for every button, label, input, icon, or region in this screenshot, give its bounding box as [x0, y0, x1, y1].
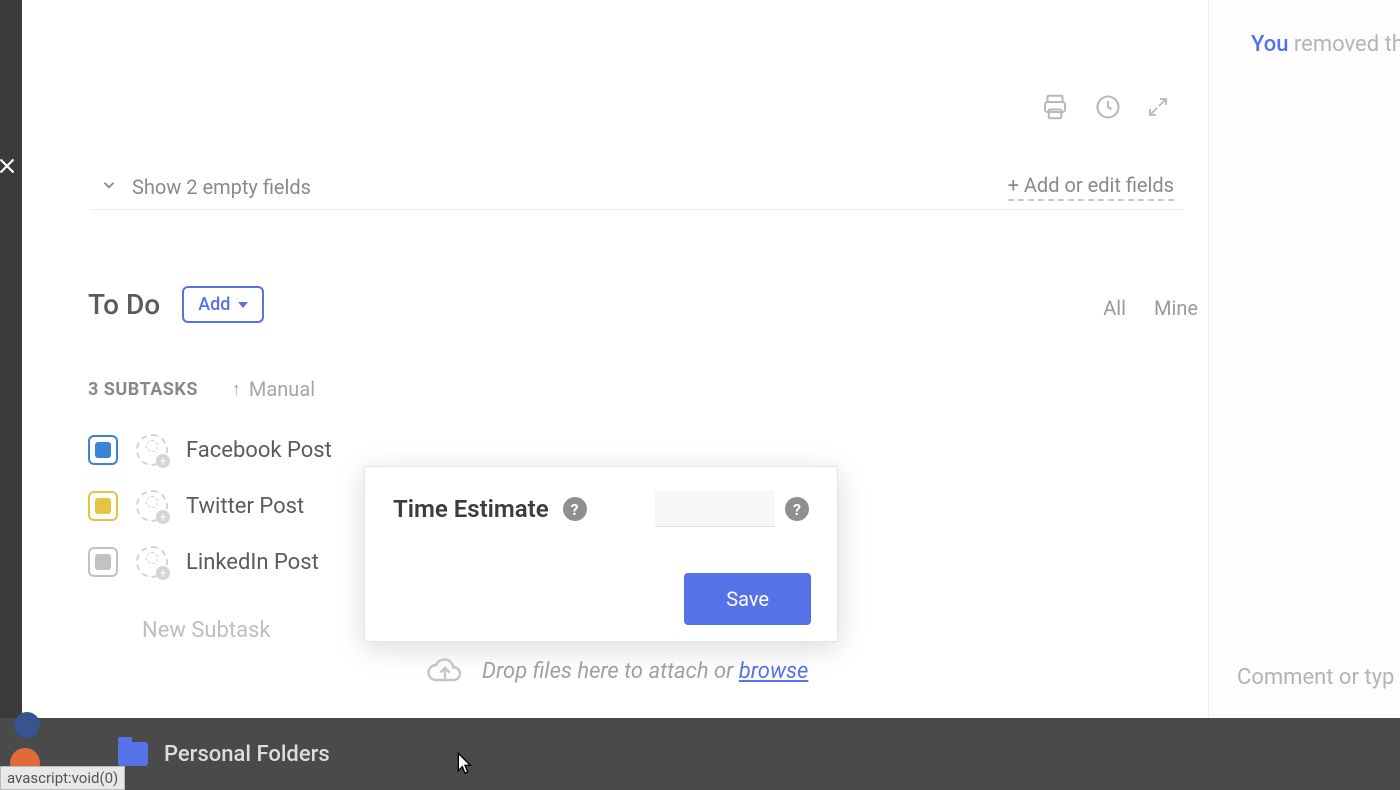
add-edit-fields-link[interactable]: + Add or edit fields — [1008, 173, 1174, 201]
subtask-filter-group: All Mine — [1103, 296, 1198, 320]
top-action-bar — [1040, 92, 1170, 122]
subtask-name: Facebook Post — [186, 438, 332, 463]
activity-action: removed th — [1288, 32, 1400, 57]
subtask-row[interactable]: + Twitter Post — [88, 490, 332, 522]
bottom-bar: Personal Folders — [0, 718, 1400, 790]
avatar-bubble — [14, 712, 40, 738]
time-estimate-label: Time Estimate — [393, 495, 549, 523]
filter-all[interactable]: All — [1103, 296, 1126, 320]
activity-panel: You removed th Comment or typ — [1208, 0, 1400, 718]
subtask-name: LinkedIn Post — [186, 550, 319, 575]
expand-icon[interactable] — [1146, 95, 1170, 119]
folder-icon — [118, 742, 148, 766]
assignee-add-icon[interactable]: + — [136, 434, 168, 466]
history-icon[interactable] — [1094, 93, 1122, 121]
assignee-add-icon[interactable]: + — [136, 490, 168, 522]
browse-link[interactable]: browse — [739, 659, 809, 684]
print-icon[interactable] — [1040, 92, 1070, 122]
close-icon[interactable] — [0, 148, 20, 188]
subtask-list: + Facebook Post + Twitter Post + LinkedI… — [88, 434, 332, 578]
save-button[interactable]: Save — [684, 573, 811, 625]
assignee-add-icon[interactable]: + — [136, 546, 168, 578]
subtask-row[interactable]: + Facebook Post — [88, 434, 332, 466]
browser-status-tooltip: avascript:void(0) — [0, 766, 125, 790]
cursor-icon — [456, 752, 474, 782]
section-header: To Do Add — [88, 286, 264, 323]
chevron-down-icon — [100, 175, 118, 199]
filter-mine[interactable]: Mine — [1154, 296, 1198, 320]
custom-fields-toggle: Show 2 empty fields + Add or edit fields — [90, 164, 1184, 210]
time-estimate-popover: Time Estimate ? ? Save — [364, 466, 838, 642]
section-title: To Do — [88, 288, 160, 321]
activity-user: You — [1251, 32, 1288, 57]
comment-input[interactable]: Comment or typ — [1237, 665, 1394, 690]
help-icon[interactable]: ? — [563, 497, 587, 521]
left-sidebar — [0, 0, 22, 718]
empty-fields-label: Show 2 empty fields — [132, 175, 311, 199]
status-checkbox[interactable] — [88, 491, 118, 521]
add-button-label: Add — [198, 294, 230, 315]
sort-label: Manual — [249, 377, 315, 401]
dropdown-caret-icon — [238, 302, 248, 308]
help-icon[interactable]: ? — [785, 497, 809, 521]
status-checkbox[interactable] — [88, 435, 118, 465]
sort-toggle[interactable]: ↑ Manual — [232, 377, 315, 401]
arrow-up-icon: ↑ — [232, 379, 241, 400]
folder-label[interactable]: Personal Folders — [164, 742, 330, 767]
status-checkbox[interactable] — [88, 547, 118, 577]
cloud-upload-icon — [426, 656, 464, 686]
add-button[interactable]: Add — [182, 286, 264, 323]
subtask-row[interactable]: + LinkedIn Post — [88, 546, 332, 578]
subtasks-header: 3 SUBTASKS ↑ Manual — [88, 377, 315, 401]
main-task-panel: Show 2 empty fields + Add or edit fields… — [22, 0, 1208, 718]
activity-entry: You removed th — [1251, 32, 1400, 57]
time-estimate-input[interactable] — [655, 491, 775, 527]
attachment-drop-zone[interactable]: Drop files here to attach or browse — [426, 656, 808, 686]
new-subtask-input[interactable]: New Subtask — [142, 618, 271, 643]
subtasks-count: 3 SUBTASKS — [88, 379, 198, 400]
subtask-name: Twitter Post — [186, 494, 304, 519]
drop-text: Drop files here to attach or — [482, 659, 739, 684]
show-empty-fields-toggle[interactable]: Show 2 empty fields — [100, 175, 311, 199]
